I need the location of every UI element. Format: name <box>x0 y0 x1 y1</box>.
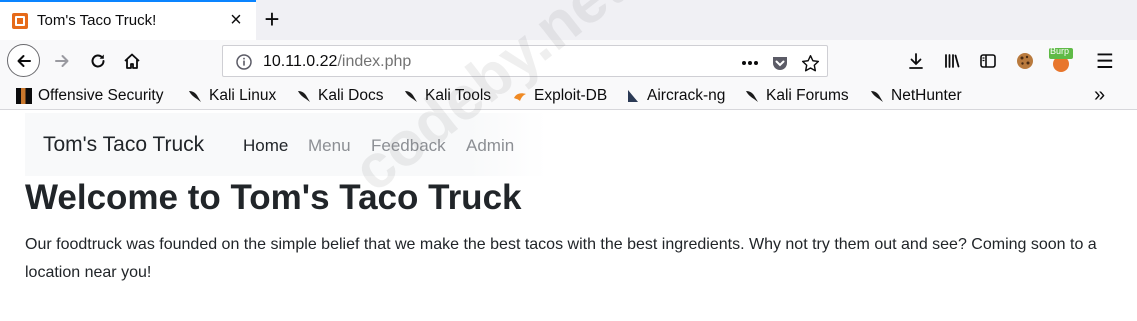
page-actions-icon[interactable] <box>739 52 761 74</box>
bookmark-label: Exploit-DB <box>534 87 608 104</box>
app-menu-button[interactable]: ☰ <box>1089 45 1121 77</box>
url-host: 10.11.0.22 <box>263 53 338 70</box>
back-button[interactable] <box>7 44 40 77</box>
navigation-toolbar: 10.11.0.22/index.php Burp ☰ <box>0 40 1137 82</box>
bookmark-kali-linux[interactable]: Kali Linux <box>187 86 276 106</box>
url-path: /index.php <box>337 53 412 70</box>
kali-dragon-icon <box>405 91 417 102</box>
kali-dragon-icon <box>189 91 201 102</box>
library-button[interactable] <box>936 45 968 77</box>
back-arrow-icon <box>17 54 31 67</box>
sidebar-button[interactable] <box>972 45 1004 77</box>
bookmark-kali-docs[interactable]: Kali Docs <box>296 86 383 106</box>
new-tab-button[interactable]: + <box>260 6 284 32</box>
bookmark-label: Kali Forums <box>766 87 849 104</box>
browser-tab[interactable]: Tom's Taco Truck! × <box>0 0 256 40</box>
bookmark-label: Offensive Security <box>38 87 164 104</box>
bookmark-label: Aircrack-ng <box>647 87 726 104</box>
bookmark-star-icon[interactable] <box>799 52 821 74</box>
bookmark-exploit-db[interactable]: Exploit-DB <box>512 86 607 106</box>
forward-button[interactable] <box>46 45 78 77</box>
offsec-icon <box>16 88 32 104</box>
reload-icon <box>91 54 105 68</box>
aircrack-icon <box>628 90 638 102</box>
page-headline: Welcome to Tom's Taco Truck <box>25 178 522 217</box>
cookie-extension-button[interactable] <box>1009 45 1041 77</box>
nav-link-menu[interactable]: Menu <box>308 136 351 156</box>
nav-link-feedback[interactable]: Feedback <box>371 136 446 156</box>
info-icon[interactable] <box>235 53 253 71</box>
bookmarks-toolbar: Offensive Security Kali Linux Kali Docs … <box>0 82 1137 110</box>
tab-title: Tom's Taco Truck! <box>37 12 157 29</box>
url-actions <box>739 52 825 72</box>
bookmark-nethunter[interactable]: NetHunter <box>869 86 962 106</box>
kali-dragon-icon <box>298 91 310 102</box>
tab-strip: Tom's Taco Truck! × + <box>0 0 1137 40</box>
hamburger-icon: ☰ <box>1096 50 1114 73</box>
forward-arrow-icon <box>55 55 69 67</box>
home-button[interactable] <box>116 45 148 77</box>
library-icon <box>945 54 960 68</box>
intro-paragraph: Our foodtruck was founded on the simple … <box>25 236 1097 281</box>
cookie-icon <box>1017 53 1033 69</box>
kali-dragon-icon <box>746 91 758 102</box>
burp-proxy-button[interactable]: Burp <box>1045 45 1077 77</box>
bookmark-label: Kali Docs <box>318 87 384 104</box>
nav-link-admin[interactable]: Admin <box>466 136 514 156</box>
close-tab-button[interactable]: × <box>226 10 246 30</box>
reload-button[interactable] <box>82 45 114 77</box>
burp-badge: Burp <box>1050 46 1070 56</box>
downloads-button[interactable] <box>900 45 932 77</box>
home-icon <box>124 53 140 69</box>
download-icon <box>909 53 923 69</box>
exploit-db-icon <box>514 93 526 101</box>
url-text[interactable]: 10.11.0.22/index.php <box>263 53 411 71</box>
bookmark-label: Kali Tools <box>425 87 492 104</box>
bookmarks-overflow-button[interactable]: » <box>1094 84 1105 107</box>
url-bar[interactable]: 10.11.0.22/index.php <box>222 45 828 77</box>
favicon-icon <box>12 13 28 29</box>
bookmark-kali-tools[interactable]: Kali Tools <box>403 86 491 106</box>
bookmark-kali-forums[interactable]: Kali Forums <box>744 86 849 106</box>
sidebar-icon <box>980 54 996 68</box>
site-brand[interactable]: Tom's Taco Truck <box>43 133 204 157</box>
kali-dragon-icon <box>871 91 883 102</box>
site-navbar: Tom's Taco Truck Home Menu Feedback Admi… <box>25 113 547 176</box>
bookmark-aircrack-ng[interactable]: Aircrack-ng <box>625 86 725 106</box>
bookmark-offensive-security[interactable]: Offensive Security <box>16 86 164 106</box>
pocket-icon[interactable] <box>769 52 791 74</box>
bookmark-label: Kali Linux <box>209 87 277 104</box>
bookmark-label: NetHunter <box>891 87 962 104</box>
nav-link-home[interactable]: Home <box>243 136 288 156</box>
